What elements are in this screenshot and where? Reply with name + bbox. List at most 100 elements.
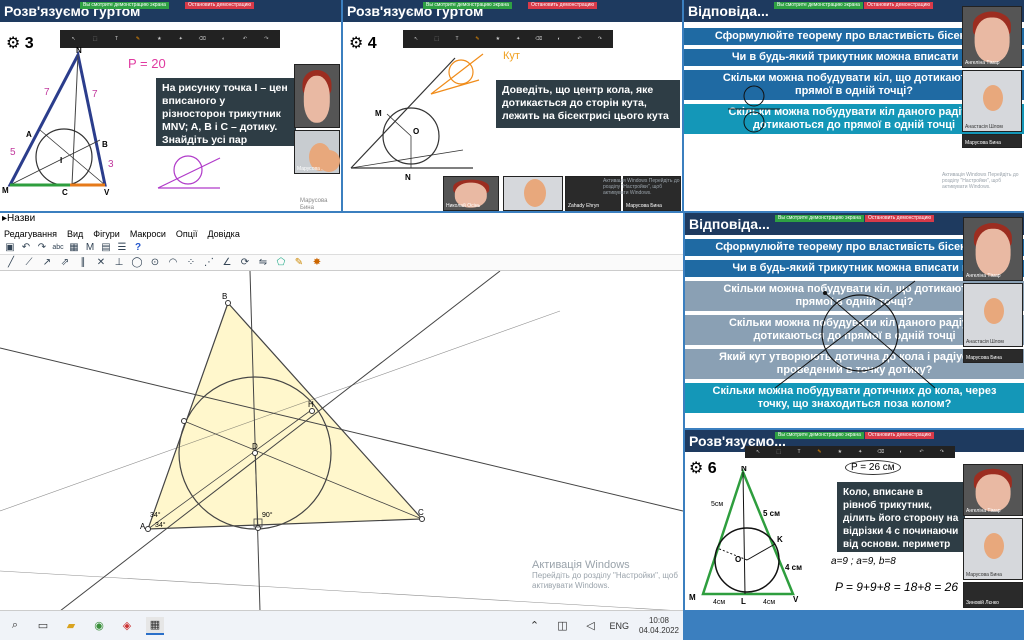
menu-edit[interactable]: Редагування bbox=[4, 229, 57, 239]
participant-video-3[interactable]: Марусова Бина bbox=[963, 349, 1023, 363]
taskview-icon[interactable]: ▭ bbox=[34, 617, 52, 635]
orange-sketch bbox=[430, 53, 484, 95]
network-icon[interactable]: ◫ bbox=[553, 617, 571, 635]
annotation-toolbar: ↖ ⬚ T ✎ ★ ✦ ⌫ ◐ ↶ ↷ bbox=[403, 30, 613, 48]
tangent-sketch bbox=[774, 280, 936, 389]
participant-video-2[interactable] bbox=[503, 176, 563, 211]
point-b-label: B bbox=[102, 140, 108, 149]
vector-tool-icon[interactable]: ⇗ bbox=[58, 257, 72, 268]
work-line-1: a=9 ; a=9, b=8 bbox=[831, 556, 896, 567]
participant-video-1[interactable]: Николай Осінь bbox=[443, 176, 499, 211]
arc-tool-icon[interactable]: ◠ bbox=[166, 257, 180, 268]
participant-video-1[interactable] bbox=[294, 64, 340, 128]
volume-icon[interactable]: ◁ bbox=[581, 617, 599, 635]
reflect-tool-icon[interactable]: ⇋ bbox=[256, 257, 270, 268]
window-title: ▸Назви bbox=[0, 213, 683, 227]
rotate-tool-icon[interactable]: ⟳ bbox=[238, 257, 252, 268]
chrome-icon[interactable]: ◉ bbox=[90, 617, 108, 635]
text-tool[interactable]: T bbox=[109, 36, 124, 42]
stop-share-button[interactable]: Остановить демонстрацию bbox=[865, 215, 935, 222]
color-tool-icon[interactable]: ✸ bbox=[310, 257, 324, 268]
format-tool[interactable]: ◐ bbox=[216, 36, 231, 42]
menu-bar: Редагування Вид Фігури Макроси Опції Дов… bbox=[0, 227, 683, 241]
isosceles-triangle-drawing: N K O L M V 5 см 4 см 4см 4см 5см bbox=[689, 466, 802, 606]
ray-tool-icon[interactable]: ↗ bbox=[40, 257, 54, 268]
abc-icon[interactable]: abc bbox=[52, 244, 64, 251]
participant-video-2[interactable]: Анастасія Шлом bbox=[963, 283, 1023, 347]
app-icon[interactable]: ◈ bbox=[118, 617, 136, 635]
redo-icon[interactable]: ↷ bbox=[36, 242, 48, 253]
center-i-label: I bbox=[60, 156, 62, 165]
segment-tool-icon[interactable]: ⟋ bbox=[22, 257, 36, 268]
participant-video-1[interactable]: Ангеліна Тімар bbox=[963, 217, 1023, 281]
angle-tool-icon[interactable]: ∠ bbox=[220, 257, 234, 268]
line-tool-icon[interactable]: ╱ bbox=[4, 257, 18, 268]
draw-tool[interactable]: ✎ bbox=[130, 36, 145, 42]
pencil-tool-icon[interactable]: ✎ bbox=[292, 257, 306, 268]
table-icon[interactable]: ▤ bbox=[100, 242, 112, 253]
point-h-label: H bbox=[308, 400, 314, 409]
parallel-tool-icon[interactable]: ∥ bbox=[76, 257, 90, 268]
side-note-5: 5 bbox=[10, 147, 16, 158]
menu-macros[interactable]: Макроси bbox=[130, 229, 166, 239]
undo-icon[interactable]: ↶ bbox=[20, 242, 32, 253]
participant-video-2[interactable]: Анастасія Шлом bbox=[962, 70, 1022, 132]
clock[interactable]: 10:08 04.04.2022 bbox=[639, 616, 683, 636]
save-icon[interactable]: ▣ bbox=[4, 242, 16, 253]
stop-share-button[interactable]: Остановить демонстрацию bbox=[864, 2, 934, 9]
vertex-m-label: M bbox=[689, 593, 696, 602]
center-o-label: O bbox=[413, 127, 419, 136]
help-icon[interactable]: ? bbox=[132, 242, 144, 253]
menu-shapes[interactable]: Фігури bbox=[93, 229, 120, 239]
center-o-label: O bbox=[735, 555, 741, 564]
stop-share-button[interactable]: Остановить демонстрацию bbox=[528, 2, 598, 9]
participant-video-2[interactable]: Марусова Бина bbox=[963, 518, 1023, 580]
tray-chevron-icon[interactable]: ⌃ bbox=[525, 617, 543, 635]
zoom-share-indicator: Вы смотрите демонстрацию экрана bbox=[775, 215, 864, 222]
redo-tool[interactable]: ↷ bbox=[259, 36, 274, 42]
vertex-n-label: N bbox=[741, 466, 747, 473]
menu-options[interactable]: Опції bbox=[176, 229, 198, 239]
spotlight-tool[interactable]: ✦ bbox=[173, 36, 188, 42]
vertex-v-label: V bbox=[104, 188, 110, 197]
compass-tool-icon[interactable]: ⊙ bbox=[148, 257, 162, 268]
participant-video-1[interactable]: Ангеліна Тімар bbox=[963, 464, 1023, 516]
stamp-tool[interactable]: ★ bbox=[152, 36, 167, 42]
annotation-toolbar: ↖ ⬚ T ✎ ★ ✦ ⌫ ◐ ↶ ↷ bbox=[745, 446, 955, 458]
problem-text: Доведіть, що центр кола, яке дотикається… bbox=[496, 80, 680, 128]
angle-label-1: 34° bbox=[150, 511, 161, 519]
handwritten-note: Кут bbox=[503, 50, 520, 62]
intersect-tool-icon[interactable]: ✕ bbox=[94, 257, 108, 268]
participant-name: Марусова Бина bbox=[300, 198, 328, 211]
circle-tool-icon[interactable]: ◯ bbox=[130, 257, 144, 268]
geometry-app-icon[interactable]: ▦ bbox=[146, 616, 164, 635]
eraser-tool[interactable]: ⌫ bbox=[194, 36, 209, 42]
stop-share-button[interactable]: Остановить демонстрацию bbox=[865, 432, 935, 439]
stop-share-button[interactable]: Остановить демонстрацию bbox=[185, 2, 255, 9]
participant-video-1[interactable]: Ангеліна Тімар bbox=[962, 6, 1022, 68]
grid-icon[interactable]: ▦ bbox=[68, 242, 80, 253]
participant-video-3[interactable]: Зиновій Лєнко bbox=[963, 582, 1023, 608]
list-icon[interactable]: ☰ bbox=[116, 242, 128, 253]
participant-video-3[interactable]: Марусова Бина bbox=[962, 134, 1022, 148]
side-note-7a: 7 bbox=[44, 87, 50, 98]
perpendicular-tool-icon[interactable]: ⊥ bbox=[112, 257, 126, 268]
select-tool[interactable]: ⬚ bbox=[87, 36, 102, 42]
side-note-7b: 7 bbox=[92, 89, 98, 100]
main-toolbar: ▣ ↶ ↷ abc ▦ M ▤ ☰ ? bbox=[0, 241, 683, 255]
folder-icon[interactable]: ▰ bbox=[62, 617, 80, 635]
zoom-share-indicator: Вы смотрите демонстрацию экрана bbox=[423, 2, 512, 9]
search-icon[interactable]: ⌕ bbox=[6, 617, 24, 635]
language-indicator[interactable]: ENG bbox=[609, 621, 629, 631]
macro-icon[interactable]: M bbox=[84, 242, 96, 253]
point-tool-icon[interactable]: ⁘ bbox=[184, 257, 198, 268]
menu-help[interactable]: Довідка bbox=[207, 229, 239, 239]
polygon-tool-icon[interactable]: ⬠ bbox=[274, 257, 288, 268]
work-line-2: P = 9+9+8 = 18+8 = 26 bbox=[835, 580, 958, 594]
midpoint-tool-icon[interactable]: ⋰ bbox=[202, 257, 216, 268]
undo-tool[interactable]: ↶ bbox=[237, 36, 252, 42]
menu-view[interactable]: Вид bbox=[67, 229, 83, 239]
vertex-m-label: M bbox=[2, 186, 9, 195]
mouse-tool[interactable]: ↖ bbox=[66, 36, 81, 42]
angle-label-3: 90° bbox=[262, 511, 273, 519]
